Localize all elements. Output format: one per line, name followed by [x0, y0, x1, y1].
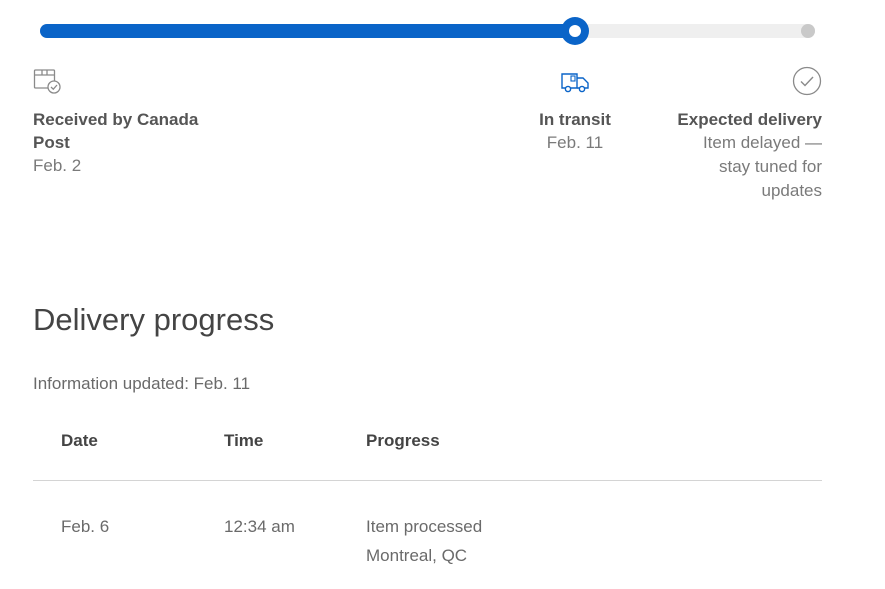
- progress-end-marker: [801, 24, 815, 38]
- section-title: Delivery progress: [33, 302, 275, 337]
- information-updated: Information updated: Feb. 11: [33, 374, 251, 393]
- step-in-transit: In transit Feb. 11: [505, 66, 645, 155]
- column-header-progress: Progress: [366, 431, 440, 450]
- step-label: Received by Canada Post: [33, 110, 199, 152]
- step-expected-delivery: Expected delivery Item delayed — stay tu…: [672, 66, 822, 203]
- table-row: Feb. 6 12:34 am Item processed Montreal,…: [33, 481, 822, 570]
- step-date: Feb. 11: [546, 133, 604, 152]
- column-header-date: Date: [61, 431, 98, 450]
- step-label: In transit: [539, 110, 611, 129]
- step-label: Expected delivery: [677, 110, 822, 129]
- step-date: Feb. 2: [33, 156, 82, 175]
- truck-icon: [561, 73, 589, 93]
- row-progress-status: Item processed: [366, 517, 483, 536]
- shipment-tracker: Received by Canada Post Feb. 2 In transi…: [0, 0, 885, 240]
- row-date: Feb. 6: [61, 517, 110, 536]
- check-circle-icon: [792, 66, 822, 96]
- progress-fill: [40, 24, 575, 38]
- step-status-note: Item delayed — stay tuned for updates: [702, 133, 822, 200]
- table-header: Date Time Progress: [33, 420, 822, 481]
- column-header-time: Time: [224, 431, 264, 450]
- progress-track: [40, 24, 815, 38]
- progress-table: Date Time Progress Feb. 6 12:34 am Item …: [33, 420, 822, 570]
- progress-current-marker: [560, 17, 589, 45]
- row-progress-location: Montreal, QC: [366, 546, 468, 565]
- step-received: Received by Canada Post Feb. 2: [33, 66, 213, 178]
- row-progress-cell: Item processed Montreal, QC: [366, 512, 822, 570]
- row-time: 12:34 am: [224, 517, 295, 536]
- package-check-icon: [33, 69, 61, 94]
